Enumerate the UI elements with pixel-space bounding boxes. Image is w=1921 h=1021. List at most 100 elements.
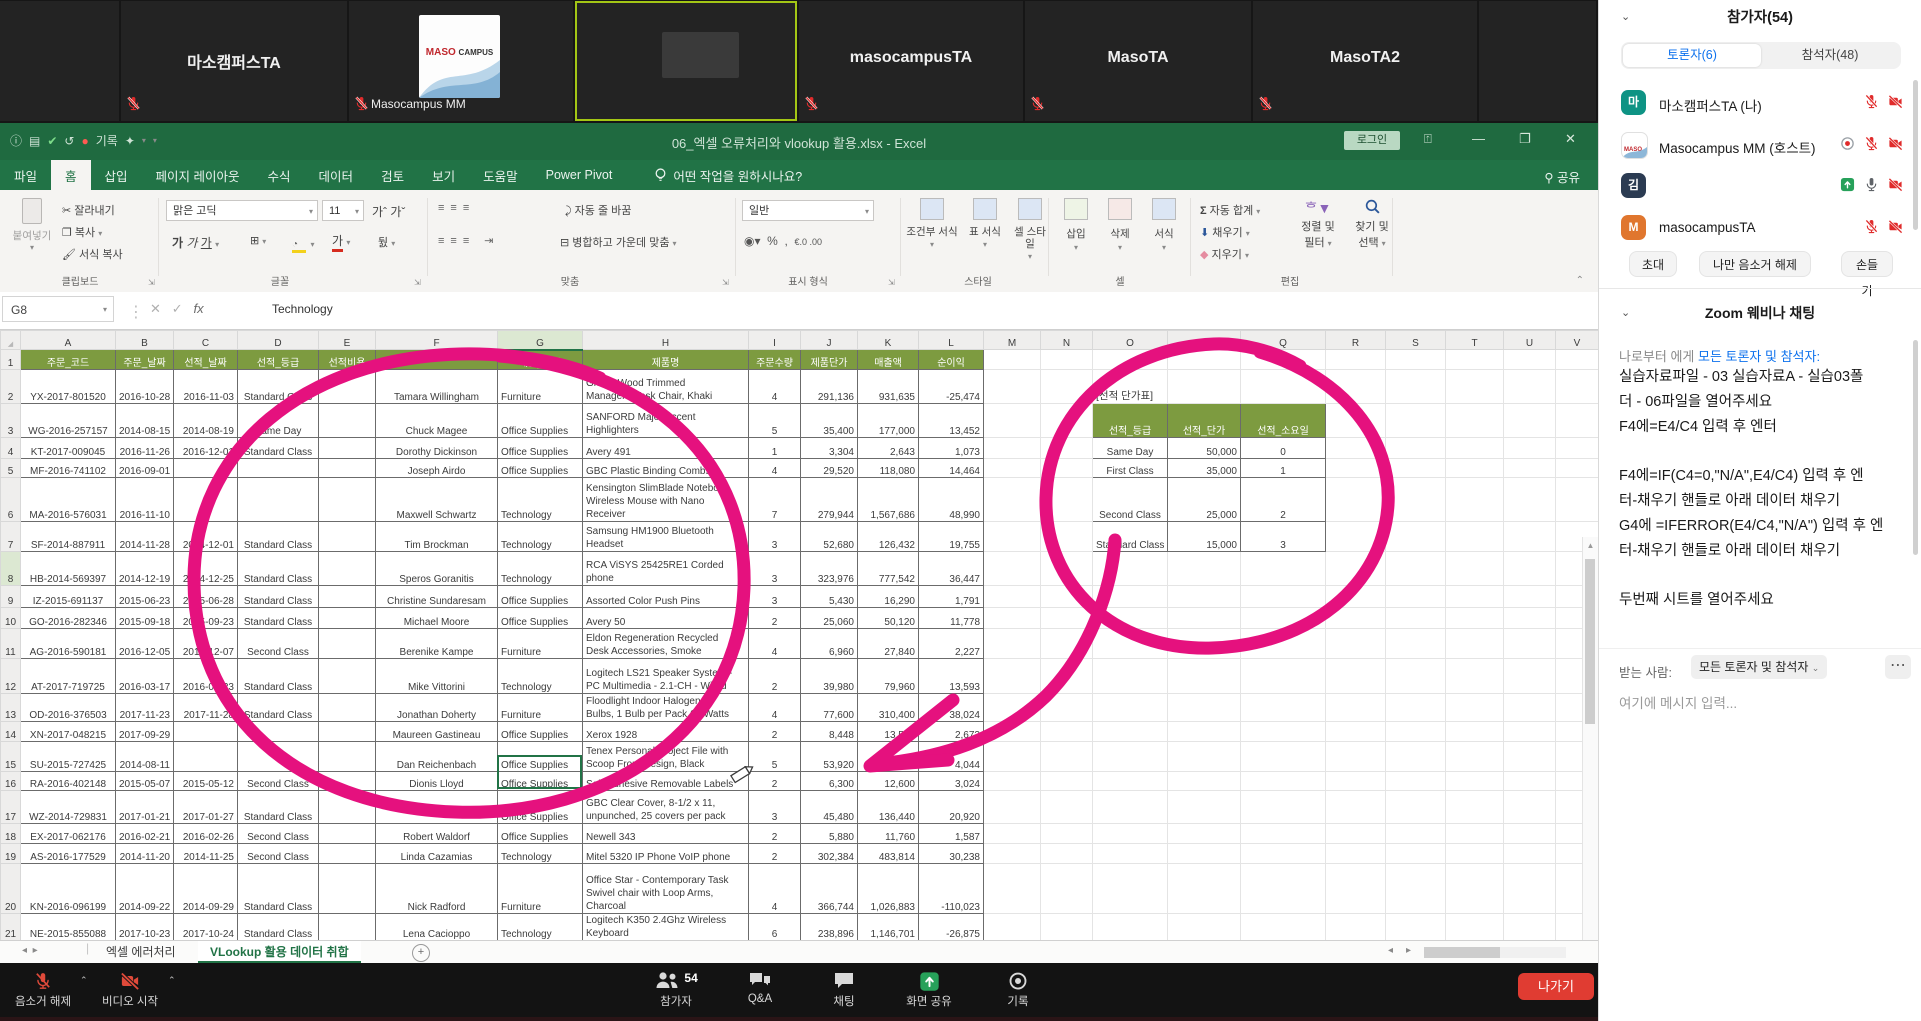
cell-A2[interactable]: YX-2017-801520 bbox=[20, 369, 116, 404]
cell-D6[interactable] bbox=[237, 477, 319, 522]
cell-A14[interactable]: XN-2017-048215 bbox=[20, 721, 116, 742]
cell-R14[interactable] bbox=[1325, 721, 1386, 742]
cell-B16[interactable]: 2015-05-07 bbox=[115, 771, 174, 791]
cell-B17[interactable]: 2017-01-21 bbox=[115, 790, 174, 824]
cell-S3[interactable] bbox=[1385, 403, 1446, 438]
cell-G6[interactable]: Technology bbox=[497, 477, 583, 522]
participant-row[interactable]: 김 bbox=[1599, 165, 1921, 206]
cell-K16[interactable]: 12,600 bbox=[857, 771, 919, 791]
cell-D10[interactable]: Standard Class bbox=[237, 607, 319, 629]
chat-scroll-thumb[interactable] bbox=[1913, 340, 1918, 555]
cell-J16[interactable]: 6,300 bbox=[800, 771, 858, 791]
cell-O14[interactable] bbox=[1092, 721, 1168, 742]
row-header[interactable]: 14 bbox=[0, 721, 21, 742]
cell-A15[interactable]: SU-2015-727425 bbox=[20, 741, 116, 772]
paste-button[interactable]: 붙여넣기 ▾ bbox=[10, 198, 54, 252]
cell-C1[interactable]: 선적_날짜 bbox=[173, 349, 238, 370]
cell-C21[interactable]: 2017-10-24 bbox=[173, 913, 238, 940]
cell-J5[interactable]: 29,520 bbox=[800, 458, 858, 478]
cell-K19[interactable]: 483,814 bbox=[857, 843, 919, 864]
row-header[interactable]: 6 bbox=[0, 477, 21, 522]
cell-H20[interactable]: Office Star - Contemporary Task Swivel ch… bbox=[582, 863, 749, 914]
cell-K4[interactable]: 2,643 bbox=[857, 437, 919, 459]
font-size-select[interactable]: 11 ▾ bbox=[322, 200, 364, 221]
chat-messages[interactable]: 나로부터 에게 모든 토론자 및 참석자: 실습자료파일 - 03 실습자료A -… bbox=[1619, 332, 1903, 647]
cell-O7[interactable]: Standard Class bbox=[1092, 521, 1168, 552]
unmute-button[interactable]: 음소거 해제 bbox=[5, 971, 81, 1009]
cell-F10[interactable]: Michael Moore bbox=[375, 607, 498, 629]
cell-G12[interactable]: Technology bbox=[497, 658, 583, 694]
cell-R5[interactable] bbox=[1325, 458, 1386, 478]
unmute-all-button[interactable]: 나만 음소거 해제 bbox=[1699, 251, 1811, 277]
cell-T3[interactable] bbox=[1445, 403, 1504, 438]
cell-S1[interactable] bbox=[1385, 349, 1446, 370]
cell-U8[interactable] bbox=[1503, 551, 1556, 586]
row-header[interactable]: 18 bbox=[0, 823, 21, 844]
cell-A6[interactable]: MA-2016-576031 bbox=[20, 477, 116, 522]
cell-S12[interactable] bbox=[1385, 658, 1446, 694]
cell-C3[interactable]: 2014-08-19 bbox=[173, 403, 238, 438]
cell-S10[interactable] bbox=[1385, 607, 1446, 629]
cell-M15[interactable] bbox=[983, 741, 1041, 772]
cell-O9[interactable] bbox=[1092, 585, 1168, 608]
formula-value[interactable]: Technology bbox=[272, 296, 333, 322]
cell-E16[interactable] bbox=[318, 771, 376, 791]
cell-G8[interactable]: Technology bbox=[497, 551, 583, 586]
cell-V4[interactable] bbox=[1555, 437, 1598, 459]
cell-M16[interactable] bbox=[983, 771, 1041, 791]
cell-R4[interactable] bbox=[1325, 437, 1386, 459]
row-header[interactable]: 1 bbox=[0, 349, 21, 370]
cell-M2[interactable] bbox=[983, 369, 1041, 404]
spreadsheet-grid[interactable]: ◢ A B C D E F G H I J K L M N O P Q R S T U V 1 주문_코드 주문_날짜 선적_날짜 선… bbox=[0, 330, 1598, 940]
fill-color-icon[interactable]: ◔ ▾ bbox=[292, 234, 314, 253]
cell-J9[interactable]: 5,430 bbox=[800, 585, 858, 608]
cell-C13[interactable]: 2017-11-28 bbox=[173, 693, 238, 722]
cell-L10[interactable]: 11,778 bbox=[918, 607, 984, 629]
row-header[interactable]: 2 bbox=[0, 369, 21, 404]
ribbon-tab-파일[interactable]: 파일 bbox=[0, 160, 51, 190]
cell-H18[interactable]: Newell 343 bbox=[582, 823, 749, 844]
cell-S13[interactable] bbox=[1385, 693, 1446, 722]
cell-Q12[interactable] bbox=[1240, 658, 1326, 694]
cell-G11[interactable]: Furniture bbox=[497, 628, 583, 659]
cell-F16[interactable]: Dionis Lloyd bbox=[375, 771, 498, 791]
cell-J12[interactable]: 39,980 bbox=[800, 658, 858, 694]
cell-O2[interactable]: [선적 단가표] bbox=[1092, 369, 1168, 404]
cell-M17[interactable] bbox=[983, 790, 1041, 824]
cell-Q6[interactable]: 2 bbox=[1240, 477, 1326, 522]
video-tile[interactable]: MasoTA2 bbox=[1253, 1, 1477, 121]
cell-G17[interactable]: Office Supplies bbox=[497, 790, 583, 824]
font-color-icon[interactable]: 가 ▾ bbox=[332, 232, 350, 252]
cell-G14[interactable]: Office Supplies bbox=[497, 721, 583, 742]
cell-B4[interactable]: 2016-11-26 bbox=[115, 437, 174, 459]
cell-N16[interactable] bbox=[1040, 771, 1093, 791]
cell-P1[interactable] bbox=[1167, 349, 1241, 370]
cell-D5[interactable] bbox=[237, 458, 319, 478]
cell-P12[interactable] bbox=[1167, 658, 1241, 694]
cell-F20[interactable]: Nick Radford bbox=[375, 863, 498, 914]
cell-C17[interactable]: 2017-01-27 bbox=[173, 790, 238, 824]
cell-C7[interactable]: 2014-12-01 bbox=[173, 521, 238, 552]
cell-J3[interactable]: 35,400 bbox=[800, 403, 858, 438]
cell-C15[interactable] bbox=[173, 741, 238, 772]
cell-Q17[interactable] bbox=[1240, 790, 1326, 824]
cell-U16[interactable] bbox=[1503, 771, 1556, 791]
cell-D11[interactable]: Second Class bbox=[237, 628, 319, 659]
cell-H17[interactable]: GBC Clear Cover, 8-1/2 x 11, unpunched, 2… bbox=[582, 790, 749, 824]
minimize-icon[interactable]: — bbox=[1472, 131, 1485, 146]
column-header-I[interactable]: I bbox=[748, 330, 801, 350]
cell-M9[interactable] bbox=[983, 585, 1041, 608]
cell-A19[interactable]: AS-2016-177529 bbox=[20, 843, 116, 864]
name-box[interactable]: G8 ▾ bbox=[2, 296, 114, 322]
align-launcher-icon[interactable]: ⇲ bbox=[722, 278, 729, 287]
cell-C12[interactable]: 2016-03-23 bbox=[173, 658, 238, 694]
cell-O10[interactable] bbox=[1092, 607, 1168, 629]
cell-L14[interactable]: 2,673 bbox=[918, 721, 984, 742]
cell-C2[interactable]: 2016-11-03 bbox=[173, 369, 238, 404]
vertical-scroll-thumb[interactable] bbox=[1585, 559, 1595, 724]
cell-F2[interactable]: Tamara Willingham bbox=[375, 369, 498, 404]
clear-button[interactable]: ◆ 지우기 ▾ bbox=[1200, 246, 1249, 262]
cell-F3[interactable]: Chuck Magee bbox=[375, 403, 498, 438]
cell-T19[interactable] bbox=[1445, 843, 1504, 864]
cell-F1[interactable] bbox=[375, 349, 498, 370]
